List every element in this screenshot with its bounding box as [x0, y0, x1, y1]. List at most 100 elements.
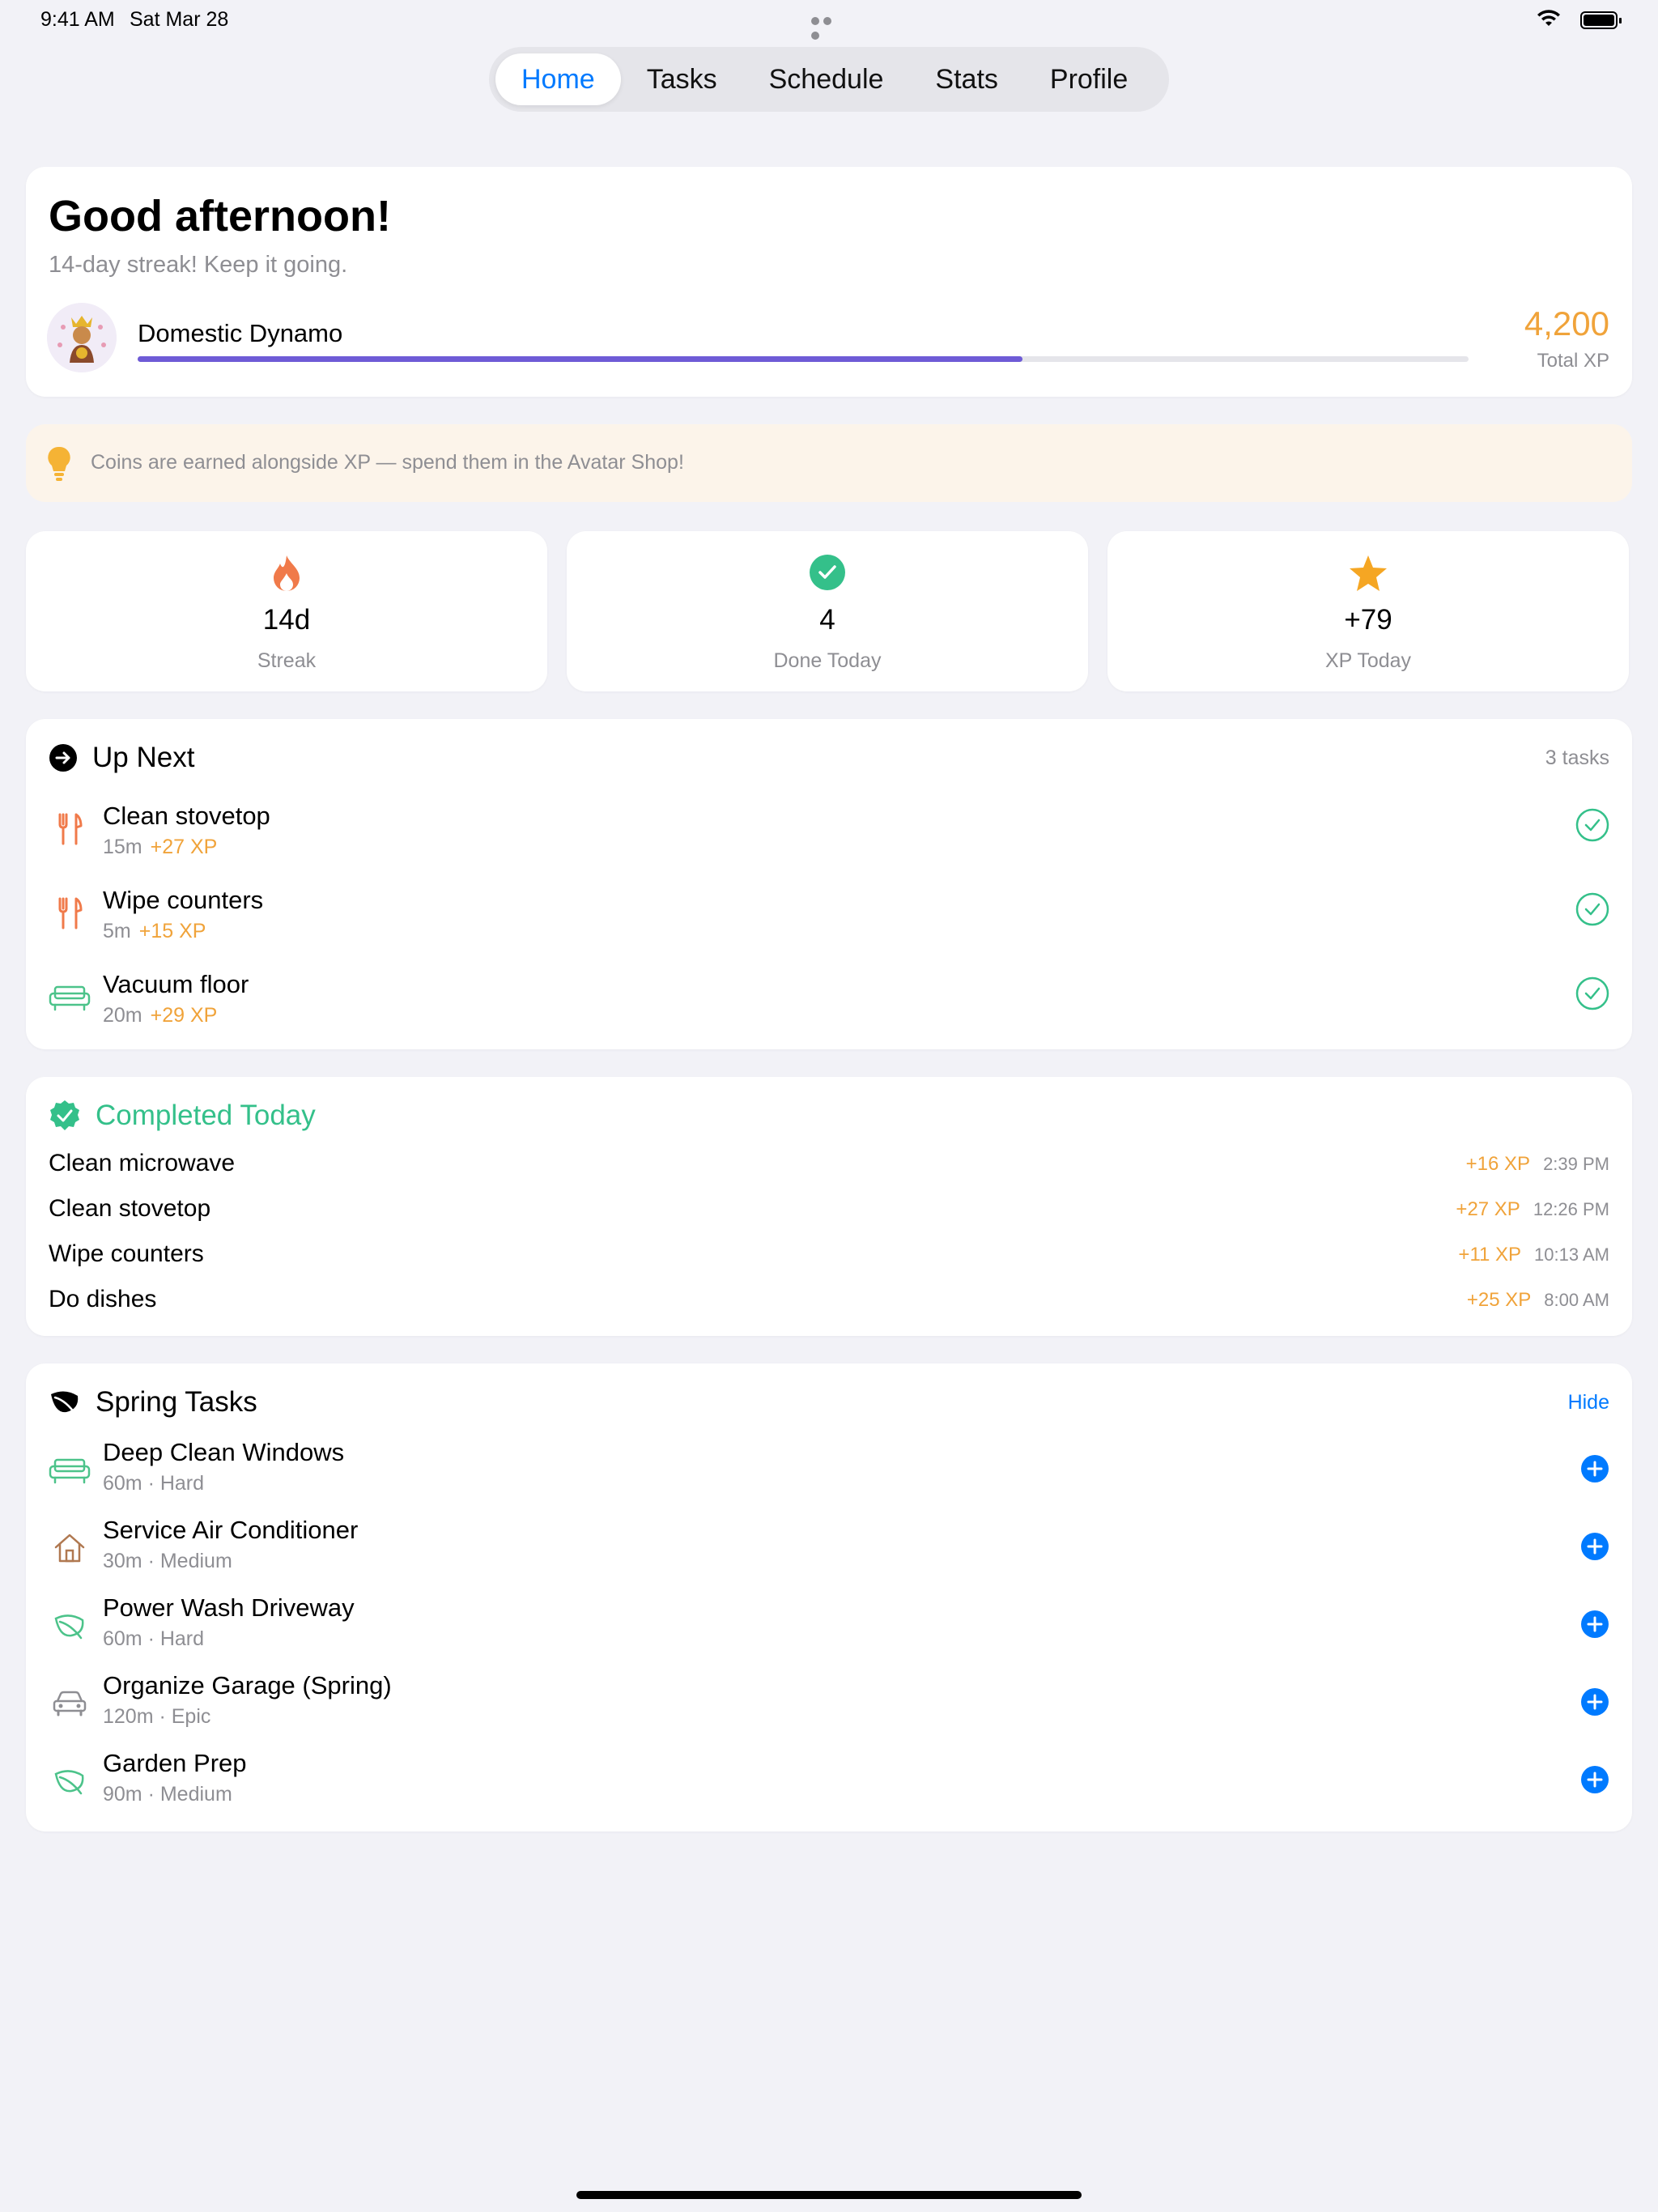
car-icon — [53, 1691, 87, 1716]
tab-home[interactable]: Home — [495, 53, 621, 105]
task-meta: 20m +29 XP — [103, 1004, 217, 1027]
task-name: Wipe counters — [103, 886, 264, 914]
completed-task-name: Do dishes — [49, 1286, 157, 1312]
seasonal-task-meta: 60m · Hard — [103, 1627, 205, 1650]
streak-value: 14d — [262, 604, 311, 636]
completed-today-card: Completed Today Clean microwave +16 XP 2:… — [26, 1077, 1632, 1336]
seasonal-task-row[interactable]: Garden Prep 90m · Medium — [26, 1746, 1632, 1823]
task-meta: 15m +27 XP — [103, 836, 217, 859]
done-today-stat-card: 4 Done Today — [567, 531, 1088, 691]
avatar[interactable] — [47, 303, 117, 372]
check-circle-icon — [810, 555, 845, 590]
completed-task-xp: +25 XP — [1466, 1289, 1532, 1311]
seasonal-task-meta: 120m · Epic — [103, 1705, 211, 1728]
task-meta: 5m +15 XP — [103, 920, 206, 943]
task-row[interactable]: Vacuum floor 20m +29 XP — [26, 965, 1632, 1038]
spring-tasks-card: Spring Tasks Hide Deep Clean Windows 60m… — [26, 1363, 1632, 1831]
add-task-button[interactable] — [1580, 1454, 1609, 1483]
seasonal-task-row[interactable]: Power Wash Driveway 60m · Hard — [26, 1590, 1632, 1668]
avatar-character-icon — [47, 303, 117, 372]
complete-task-button[interactable] — [1575, 892, 1609, 926]
level-name: Domestic Dynamo — [138, 319, 343, 347]
home-indicator[interactable] — [576, 2191, 1082, 2199]
completed-task-xp: +27 XP — [1456, 1198, 1520, 1220]
lightbulb-icon — [48, 446, 70, 481]
task-duration: 20m — [103, 1004, 142, 1027]
streak-label: Streak — [257, 649, 317, 672]
seasonal-task-name: Garden Prep — [103, 1749, 247, 1777]
seasonal-task-row[interactable]: Service Air Conditioner 30m · Medium — [26, 1512, 1632, 1590]
fork-knife-icon — [58, 813, 83, 845]
leaf-icon — [54, 1770, 84, 1795]
completed-row: Clean microwave +16 XP 2:39 PM — [49, 1150, 1609, 1182]
task-xp: +29 XP — [150, 1004, 218, 1027]
seasonal-task-name: Power Wash Driveway — [103, 1593, 355, 1622]
completed-task-name: Clean stovetop — [49, 1195, 211, 1222]
seasonal-task-meta: 60m · Hard — [103, 1472, 205, 1495]
add-task-button[interactable] — [1580, 1532, 1609, 1561]
completed-task-xp: +11 XP — [1458, 1244, 1522, 1266]
spring-tasks-title: Spring Tasks — [96, 1386, 257, 1418]
arrow-right-circle-icon — [49, 744, 77, 772]
level-progress-fill — [138, 356, 1023, 362]
verified-badge-icon — [50, 1100, 79, 1130]
house-icon — [54, 1534, 85, 1563]
seasonal-task-name: Service Air Conditioner — [103, 1516, 359, 1544]
xp-today-label: XP Today — [1324, 649, 1412, 672]
seasonal-task-name: Organize Garage (Spring) — [103, 1671, 392, 1699]
completed-task-xp: +16 XP — [1465, 1153, 1531, 1175]
task-row[interactable]: Clean stovetop 15m +27 XP — [26, 797, 1632, 870]
add-task-button[interactable] — [1580, 1687, 1609, 1716]
completed-task-name: Wipe counters — [49, 1240, 204, 1267]
add-task-button[interactable] — [1580, 1765, 1609, 1794]
seasonal-task-name: Deep Clean Windows — [103, 1438, 345, 1466]
streak-stat-card: 14d Streak — [26, 531, 547, 691]
seasonal-task-meta: 30m · Medium — [103, 1550, 232, 1572]
status-bar: 9:41 AM Sat Mar 28 — [0, 0, 1658, 40]
level-progress-bar — [138, 356, 1469, 362]
tab-profile[interactable]: Profile — [1024, 53, 1154, 105]
multitasking-dots-icon[interactable] — [811, 15, 847, 40]
status-time: 9:41 AM — [40, 8, 115, 31]
add-task-button[interactable] — [1580, 1610, 1609, 1639]
flame-icon — [274, 555, 300, 591]
completed-task-name: Clean microwave — [49, 1150, 236, 1176]
total-xp-value: 4,200 — [1524, 304, 1609, 342]
complete-task-button[interactable] — [1575, 808, 1609, 842]
main-tab-bar: Home Tasks Schedule Stats Profile — [489, 47, 1169, 112]
tab-stats[interactable]: Stats — [909, 53, 1023, 105]
spring-tasks-header: Spring Tasks — [49, 1385, 257, 1420]
wifi-icon — [1537, 10, 1560, 26]
status-date: Sat Mar 28 — [130, 8, 229, 31]
completed-task-time: 2:39 PM — [1543, 1154, 1609, 1174]
complete-task-button[interactable] — [1575, 976, 1609, 1010]
greeting-card: Good afternoon! 14-day streak! Keep it g… — [26, 167, 1632, 397]
fork-knife-icon — [58, 897, 83, 929]
task-name: Vacuum floor — [103, 970, 249, 998]
leaf-icon — [54, 1614, 84, 1640]
hide-button[interactable]: Hide — [1568, 1391, 1609, 1414]
tab-tasks[interactable]: Tasks — [621, 53, 743, 105]
leaf-icon — [51, 1391, 79, 1417]
completed-row: Do dishes +25 XP 8:00 AM — [49, 1286, 1609, 1318]
task-xp: +15 XP — [138, 920, 206, 942]
seasonal-task-row[interactable]: Organize Garage (Spring) 120m · Epic — [26, 1668, 1632, 1746]
xp-today-stat-card: +79 XP Today — [1107, 531, 1629, 691]
completed-today-header: Completed Today — [49, 1098, 316, 1134]
task-duration: 5m — [103, 920, 131, 942]
task-xp: +27 XP — [150, 836, 218, 858]
done-today-value: 4 — [819, 604, 835, 636]
sofa-icon — [49, 985, 91, 1011]
completed-task-time: 10:13 AM — [1534, 1244, 1609, 1265]
battery-icon — [1580, 11, 1622, 29]
up-next-count: 3 tasks — [1545, 747, 1609, 769]
completed-row: Wipe counters +11 XP 10:13 AM — [49, 1240, 1609, 1273]
seasonal-task-row[interactable]: Deep Clean Windows 60m · Hard — [26, 1435, 1632, 1512]
seasonal-task-meta: 90m · Medium — [103, 1783, 232, 1806]
greeting-title: Good afternoon! — [49, 192, 391, 240]
total-xp-label: Total XP — [1537, 350, 1609, 372]
up-next-card: Up Next 3 tasks Clean stovetop 15m +27 XP… — [26, 719, 1632, 1049]
task-row[interactable]: Wipe counters 5m +15 XP — [26, 881, 1632, 954]
tip-banner: Coins are earned alongside XP — spend th… — [26, 424, 1632, 502]
tab-schedule[interactable]: Schedule — [743, 53, 910, 105]
